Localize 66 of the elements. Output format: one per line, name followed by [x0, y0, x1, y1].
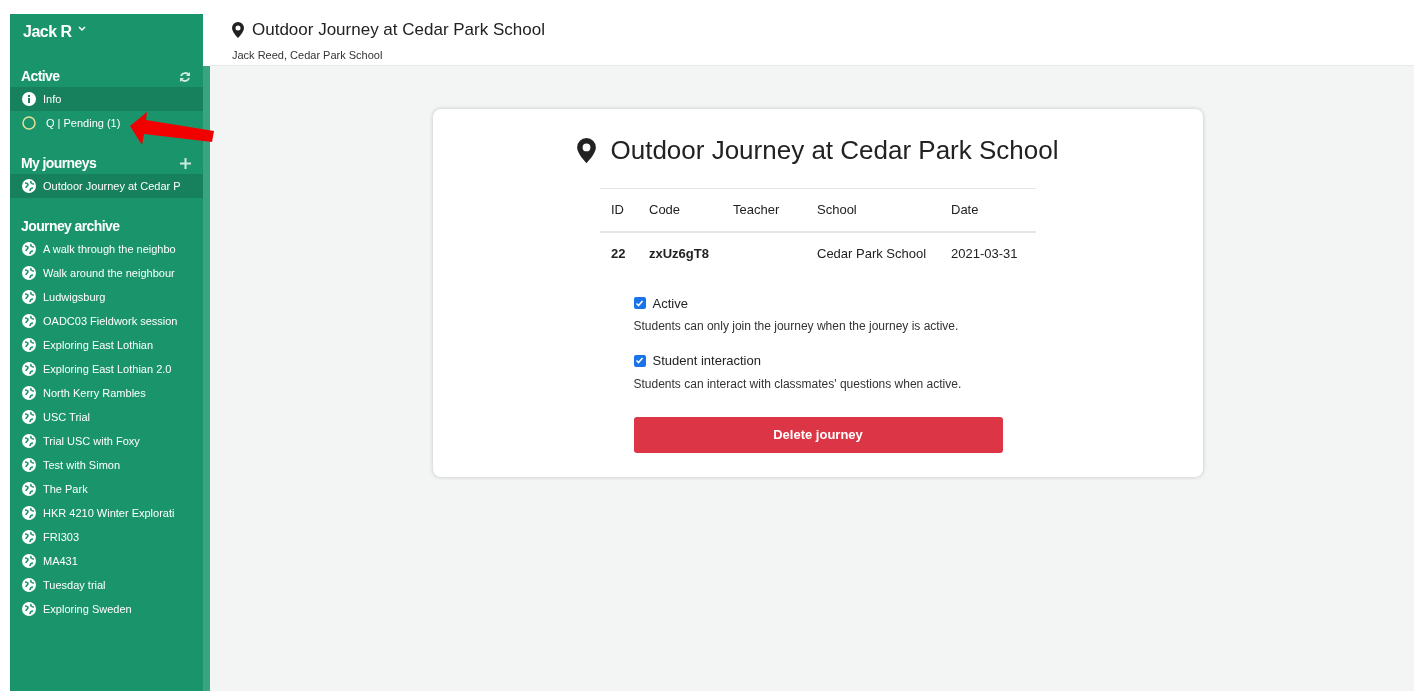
column-header: Date: [940, 188, 1036, 232]
option-description: Students can only join the journey when the journey is active.: [633, 318, 960, 335]
sidebar-item[interactable]: Trial USC with Foxy: [10, 429, 142, 453]
globe-icon: [22, 290, 36, 304]
circle-icon: [22, 116, 36, 130]
globe-icon: [22, 410, 36, 424]
globe-icon: [22, 314, 36, 328]
sidebar-item[interactable]: Walk around the neighbour: [10, 261, 177, 285]
column-header: Teacher: [722, 188, 806, 232]
sidebar-item[interactable]: USC Trial: [10, 405, 93, 429]
checkbox[interactable]: [633, 297, 646, 310]
table-cell: zxUz6gT8: [638, 231, 722, 276]
globe-icon: [22, 434, 36, 448]
sidebar-item[interactable]: MA431: [10, 549, 80, 573]
globe-icon: [22, 602, 36, 616]
sidebar-item[interactable]: Info: [10, 87, 203, 111]
globe-icon: [22, 266, 36, 280]
sidebar-item[interactable]: Test with Simon: [10, 453, 123, 477]
table-cell: 2021-03-31: [940, 231, 1036, 276]
checkbox-label: Active: [652, 294, 688, 313]
globe-icon: [22, 242, 36, 256]
globe-icon: [22, 458, 36, 472]
user-name[interactable]: Jack R: [23, 20, 72, 44]
sidebar-item[interactable]: North Kerry Rambles: [10, 381, 148, 405]
table-cell: Cedar Park School: [806, 231, 940, 276]
column-header: Code: [638, 188, 722, 232]
globe-icon: [22, 179, 36, 193]
sidebar-item[interactable]: The Park: [10, 477, 90, 501]
page-subtitle: Jack Reed, Cedar Park School: [232, 47, 384, 63]
chevron-down-icon[interactable]: [77, 26, 86, 32]
column-header: ID: [600, 188, 638, 232]
card-title: Outdoor Journey at Cedar Park School: [610, 134, 1059, 167]
sidebar-item[interactable]: Exploring Sweden: [10, 597, 134, 621]
sidebar-item[interactable]: Tuesday trial: [10, 573, 108, 597]
delete-button[interactable]: Delete journey: [633, 416, 1003, 453]
checkbox-label: Student interaction: [652, 352, 761, 370]
sidebar-item[interactable]: Outdoor Journey at Cedar P: [10, 174, 203, 198]
map-pin-icon: [577, 138, 597, 163]
globe-icon: [22, 482, 36, 496]
globe-icon: [22, 554, 36, 568]
info-icon: [22, 92, 36, 106]
sidebar-item[interactable]: Exploring East Lothian 2.0: [10, 357, 174, 381]
globe-icon: [22, 362, 36, 376]
sidebar-item[interactable]: Q | Pending (1): [10, 111, 123, 135]
globe-icon: [22, 506, 36, 520]
globe-icon: [22, 530, 36, 544]
checkbox[interactable]: [633, 354, 646, 367]
section-heading: Journey archive: [21, 217, 120, 236]
sidebar-item[interactable]: Ludwigsburg: [10, 285, 108, 309]
map-pin-icon: [232, 21, 244, 38]
globe-icon: [22, 338, 36, 352]
column-header: School: [806, 188, 940, 232]
sidebar-item[interactable]: OADC03 Fieldwork session: [10, 309, 180, 333]
page-title: Outdoor Journey at Cedar Park School: [252, 19, 545, 41]
add-icon[interactable]: [180, 158, 191, 169]
globe-icon: [22, 578, 36, 592]
refresh-icon[interactable]: [179, 70, 191, 83]
sidebar-item[interactable]: Exploring East Lothian: [10, 333, 156, 357]
globe-icon: [22, 386, 36, 400]
sidebar-item[interactable]: A walk through the neighbo: [10, 237, 178, 261]
option-description: Students can interact with classmates' questions when active.: [633, 375, 963, 393]
table-cell: 22: [600, 231, 638, 276]
sidebar-item[interactable]: FRI303: [10, 525, 82, 549]
section-heading: My journeys: [21, 154, 97, 173]
sidebar-item[interactable]: HKR 4210 Winter Explorati: [10, 501, 177, 525]
section-heading: Active: [21, 67, 60, 86]
